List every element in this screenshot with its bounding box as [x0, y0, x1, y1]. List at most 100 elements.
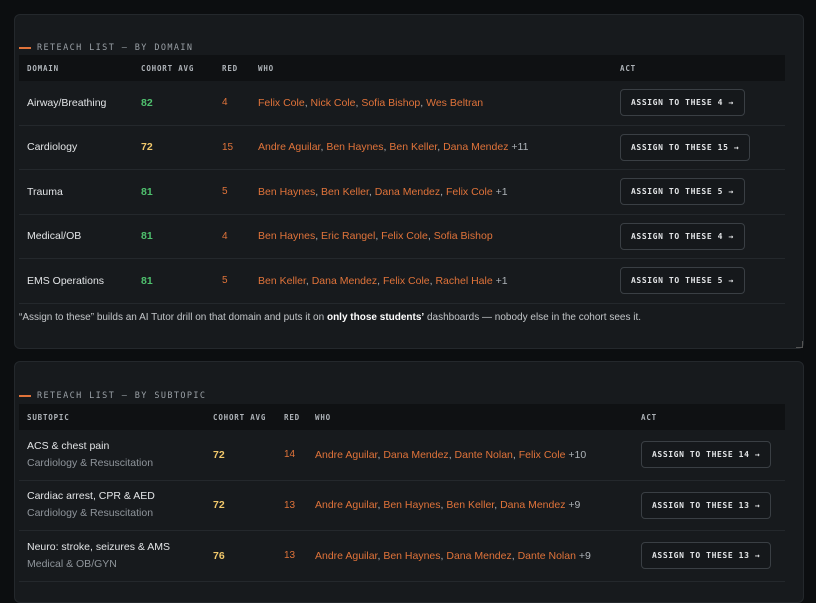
student-link[interactable]: Dana Mendez — [383, 449, 448, 461]
domain-name: Trauma — [19, 169, 133, 215]
reteach-subtopic-panel: RETEACH LIST — BY SUBTOPIC SUBTOPIC COHO… — [14, 361, 804, 603]
student-link[interactable]: Rachel Hale — [435, 275, 492, 287]
student-link[interactable]: Dana Mendez — [312, 275, 377, 287]
act-cell: ASSIGN TO THESE 14 → — [633, 430, 785, 481]
domain-section-label: RETEACH LIST — BY DOMAIN — [19, 43, 193, 53]
header-red: RED — [276, 404, 307, 430]
cohort-avg: 81 — [133, 169, 214, 215]
act-cell: ASSIGN TO THESE 13 → — [633, 480, 785, 531]
subtopic-cell: Neuro: stroke, seizures & AMS Medical & O… — [19, 530, 205, 582]
student-link[interactable]: Ben Keller — [389, 141, 437, 153]
subtopic-name: Cardiac arrest, CPR & AED — [27, 490, 155, 503]
student-link[interactable]: Dana Mendez — [500, 499, 565, 511]
subtopic-name: ACS & chest pain — [27, 439, 110, 452]
student-link[interactable]: Eric Rangel — [321, 230, 375, 242]
domain-table-header: DOMAIN COHORT AVG RED WHO ACT — [19, 55, 785, 81]
assign-button[interactable]: ASSIGN TO THESE 4 → — [620, 89, 745, 117]
student-link[interactable]: Ben Keller — [446, 499, 494, 511]
student-link[interactable]: Wes Beltran — [426, 97, 483, 109]
student-link[interactable]: Ben Keller — [258, 275, 306, 287]
student-link[interactable]: Ben Haynes — [258, 230, 315, 242]
cohort-avg: 81 — [133, 258, 214, 304]
assign-button[interactable]: ASSIGN TO THESE 13 → — [641, 542, 772, 570]
cohort-avg: 72 — [205, 430, 276, 481]
student-link[interactable]: Felix Cole — [258, 97, 305, 109]
who-list: Andre Aguilar, Ben Haynes, Ben Keller, D… — [250, 125, 612, 170]
more-students-count[interactable]: +10 — [568, 449, 586, 461]
table-row: Trauma 81 5 Ben Haynes, Ben Keller, Dana Me… — [19, 169, 785, 215]
subtopic-cell: ACS & chest pain Cardiology & Resuscitati… — [19, 430, 205, 481]
assign-footnote: “Assign to these” builds an AI Tutor dri… — [19, 312, 641, 323]
table-row: Airway/Breathing 82 4 Felix Cole, Nick Cole… — [19, 81, 785, 126]
resize-handle[interactable] — [796, 341, 803, 348]
who-list: Andre Aguilar, Ben Haynes, Ben Keller, D… — [307, 480, 633, 531]
subtopic-domain: Medical & OB/GYN — [27, 557, 117, 570]
student-link[interactable]: Ben Haynes — [383, 499, 440, 511]
student-link[interactable]: Ben Haynes — [258, 186, 315, 198]
more-students-count[interactable]: +11 — [511, 141, 528, 153]
header-act: ACT — [633, 404, 785, 430]
student-link[interactable]: Andre Aguilar — [315, 449, 377, 461]
student-link[interactable]: Felix Cole — [446, 186, 493, 198]
subtopic-cell: Cardiac arrest, CPR & AED Cardiology & Re… — [19, 480, 205, 531]
student-link[interactable]: Sofia Bishop — [434, 230, 493, 242]
act-cell: ASSIGN TO THESE 5 → — [612, 169, 785, 215]
student-link[interactable]: Felix Cole — [519, 449, 566, 461]
domain-table: DOMAIN COHORT AVG RED WHO ACT Airway/Bre… — [19, 55, 785, 304]
student-link[interactable]: Dana Mendez — [375, 186, 440, 198]
accent-dash — [19, 395, 31, 397]
table-row: Medical/OB 81 4 Ben Haynes, Eric Rangel, Fe… — [19, 214, 785, 259]
student-link[interactable]: Felix Cole — [381, 230, 428, 242]
student-link[interactable]: Sofia Bishop — [361, 97, 420, 109]
assign-button[interactable]: ASSIGN TO THESE 5 → — [620, 267, 745, 295]
cohort-avg: 72 — [133, 125, 214, 170]
cohort-avg: 76 — [205, 530, 276, 582]
act-cell: ASSIGN TO THESE 13 → — [633, 530, 785, 582]
assign-button[interactable]: ASSIGN TO THESE 14 → — [641, 441, 772, 469]
header-act: ACT — [612, 55, 785, 81]
subtopic-table-header: SUBTOPIC COHORT AVG RED WHO ACT — [19, 404, 785, 430]
red-count: 4 — [214, 81, 250, 126]
student-link[interactable]: Ben Haynes — [326, 141, 383, 153]
header-cohort-avg: COHORT AVG — [205, 404, 276, 430]
student-link[interactable]: Ben Haynes — [383, 550, 440, 562]
header-who: WHO — [307, 404, 633, 430]
act-cell: ASSIGN TO THESE 15 → — [612, 125, 785, 170]
more-students-count[interactable]: +9 — [568, 499, 580, 511]
cohort-avg: 72 — [205, 480, 276, 531]
red-count: 5 — [214, 258, 250, 304]
more-students-count[interactable]: +1 — [496, 275, 508, 287]
who-list: Andre Aguilar, Dana Mendez, Dante Nolan,… — [307, 430, 633, 481]
header-subtopic: SUBTOPIC — [19, 404, 205, 430]
student-link[interactable]: Andre Aguilar — [315, 499, 377, 511]
reteach-domain-panel: RETEACH LIST — BY DOMAIN DOMAIN COHORT A… — [14, 14, 804, 349]
domain-name: Medical/OB — [19, 214, 133, 259]
header-cohort-avg: COHORT AVG — [133, 55, 214, 81]
student-link[interactable]: Andre Aguilar — [258, 141, 320, 153]
table-row: Cardiac arrest, CPR & AED Cardiology & Re… — [19, 480, 785, 531]
who-list: Andre Aguilar, Ben Haynes, Dana Mendez, … — [307, 530, 633, 582]
assign-button[interactable]: ASSIGN TO THESE 5 → — [620, 178, 745, 206]
more-students-count[interactable]: +1 — [496, 186, 508, 198]
accent-dash — [19, 47, 31, 49]
assign-button[interactable]: ASSIGN TO THESE 4 → — [620, 222, 745, 250]
student-link[interactable]: Andre Aguilar — [315, 550, 377, 562]
student-link[interactable]: Dante Nolan — [455, 449, 513, 461]
who-list: Ben Haynes, Ben Keller, Dana Mendez, Fel… — [250, 169, 612, 215]
cohort-avg: 81 — [133, 214, 214, 259]
student-link[interactable]: Dante Nolan — [518, 550, 576, 562]
who-list: Ben Haynes, Eric Rangel, Felix Cole, Sof… — [250, 214, 612, 259]
student-link[interactable]: Felix Cole — [383, 275, 430, 287]
student-link[interactable]: Dana Mendez — [446, 550, 511, 562]
red-count: 13 — [276, 530, 307, 582]
red-count: 5 — [214, 169, 250, 215]
assign-button[interactable]: ASSIGN TO THESE 15 → — [620, 133, 751, 161]
table-row: EMS Operations 81 5 Ben Keller, Dana Mendez… — [19, 258, 785, 304]
table-row: Neuro: stroke, seizures & AMS Medical & O… — [19, 530, 785, 582]
student-link[interactable]: Ben Keller — [321, 186, 369, 198]
act-cell: ASSIGN TO THESE 4 → — [612, 214, 785, 259]
student-link[interactable]: Dana Mendez — [443, 141, 508, 153]
assign-button[interactable]: ASSIGN TO THESE 13 → — [641, 491, 772, 519]
student-link[interactable]: Nick Cole — [311, 97, 356, 109]
more-students-count[interactable]: +9 — [579, 550, 591, 562]
